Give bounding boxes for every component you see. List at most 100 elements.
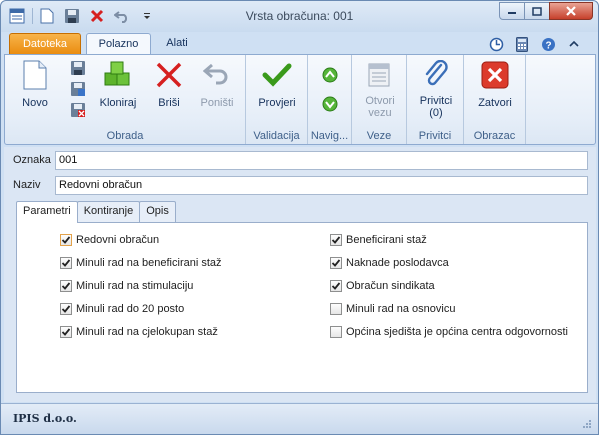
application-window: Vrsta obračuna: 001 Datoteka Polazno Ala…	[0, 0, 599, 435]
otvori-vezu-button[interactable]: Otvori vezu	[358, 59, 402, 119]
nav-down-icon[interactable]	[321, 95, 339, 113]
help-icon[interactable]: ?	[538, 35, 558, 53]
checkbox-checked-icon[interactable]	[60, 280, 72, 292]
form-area: Oznaka 001 Naziv Redovni obračun Paramet…	[4, 147, 596, 402]
tab-alati[interactable]: Alati	[155, 33, 199, 55]
naziv-field[interactable]: Redovni obračun	[55, 176, 588, 195]
checkbox-right-3[interactable]: Minuli rad na osnovicu	[330, 303, 455, 315]
resize-grip-icon[interactable]	[582, 419, 592, 429]
checkbox-checked-icon[interactable]	[60, 303, 72, 315]
group-validacija-label: Validacija	[253, 130, 300, 142]
status-bar: IPIS d.o.o.	[1, 403, 598, 434]
novo-label: Novo	[22, 97, 48, 109]
ribbon-tab-row: Datoteka Polazno Alati ?	[1, 32, 598, 55]
privitci-button[interactable]: Privitci (0)	[413, 59, 459, 119]
oznaka-label: Oznaka	[13, 154, 51, 166]
checkbox-label: Minuli rad na stimulaciju	[76, 280, 194, 292]
clone-cubes-icon	[102, 59, 134, 91]
naziv-label: Naziv	[13, 179, 41, 191]
kloniraj-label: Kloniraj	[99, 97, 137, 109]
checkbox-checked-icon[interactable]	[60, 234, 72, 246]
save-and-close-icon[interactable]	[69, 101, 87, 119]
provjeri-label: Provjeri	[258, 97, 296, 109]
ribbon: Novo Kloniraj Briši Poništi Obrada Provj…	[4, 54, 596, 145]
tab-datoteka[interactable]: Datoteka	[9, 33, 81, 55]
group-privitci: Privitci (0) Privitci	[407, 55, 464, 144]
close-window-button[interactable]	[549, 2, 593, 20]
group-obrazac-label: Obrazac	[473, 130, 516, 142]
close-form-icon	[479, 59, 511, 91]
group-veze-label: Veze	[366, 130, 392, 142]
brisi-label: Briši	[158, 97, 180, 109]
nav-up-icon[interactable]	[321, 66, 339, 84]
group-obrazac: Zatvori Obrazac	[464, 55, 526, 144]
otvori-label-line1: Otvori	[365, 95, 395, 107]
checkbox-checked-icon[interactable]	[330, 280, 342, 292]
title-bar: Vrsta obračuna: 001	[1, 1, 598, 32]
paperclip-icon	[420, 59, 452, 91]
checkbox-left-4[interactable]: Minuli rad na cjelokupan staž	[60, 326, 218, 338]
checkbox-checked-icon[interactable]	[330, 257, 342, 269]
otvori-label-line2: vezu	[368, 107, 392, 119]
minimize-button[interactable]	[499, 2, 525, 20]
parametri-panel: Redovni obračun Minuli rad na beneficiran…	[16, 222, 588, 393]
save-small-icon[interactable]	[69, 59, 87, 77]
maximize-button[interactable]	[524, 2, 550, 20]
checkbox-label: Obračun sindikata	[346, 280, 435, 292]
group-obrada: Novo Kloniraj Briši Poništi Obrada	[5, 55, 246, 144]
checkbox-right-2[interactable]: Obračun sindikata	[330, 280, 435, 292]
checkbox-left-2[interactable]: Minuli rad na stimulaciju	[60, 280, 193, 292]
privitci-label-line1: Privitci	[419, 95, 453, 107]
checkbox-label: Redovni obračun	[76, 234, 160, 246]
tab-parametri[interactable]: Parametri	[16, 201, 78, 223]
tab-kontiranje[interactable]: Kontiranje	[76, 201, 141, 222]
checkbox-unchecked-icon[interactable]	[330, 326, 342, 338]
tab-polazno[interactable]: Polazno	[86, 33, 151, 55]
checkbox-label: Općina sjedišta je općina centra odgovor…	[346, 326, 568, 338]
zatvori-label: Zatvori	[478, 97, 512, 109]
novo-button[interactable]: Novo	[15, 59, 55, 109]
brisi-button[interactable]: Briši	[151, 59, 187, 109]
checkbox-label: Minuli rad na osnovicu	[346, 303, 456, 315]
privitci-count: (0)	[429, 107, 443, 119]
checkbox-checked-icon[interactable]	[60, 257, 72, 269]
clock-icon[interactable]	[486, 35, 506, 53]
checkbox-label: Minuli rad do 20 posto	[76, 303, 185, 315]
calculator-icon[interactable]	[512, 35, 532, 53]
group-privitci-label: Privitci	[418, 130, 452, 142]
svg-text:?: ?	[545, 40, 551, 51]
checkbox-left-3[interactable]: Minuli rad do 20 posto	[60, 303, 184, 315]
group-veze: Otvori vezu Veze	[352, 55, 407, 144]
undo-large-icon	[201, 59, 233, 91]
checkbox-checked-icon[interactable]	[330, 234, 342, 246]
ponisti-button[interactable]: Poništi	[197, 59, 237, 109]
ribbon-right-icons: ?	[480, 35, 584, 53]
group-navig-label: Navig...	[310, 130, 349, 142]
checkbox-left-0[interactable]: Redovni obračun	[60, 234, 159, 246]
checkmark-icon	[261, 59, 293, 91]
checkbox-left-1[interactable]: Minuli rad na beneficirani staž	[60, 257, 222, 269]
checkbox-right-1[interactable]: Naknade poslodavca	[330, 257, 449, 269]
collapse-ribbon-icon[interactable]	[564, 35, 584, 53]
oznaka-field[interactable]: 001	[55, 151, 588, 170]
checkbox-unchecked-icon[interactable]	[330, 303, 342, 315]
delete-x-icon	[153, 59, 185, 91]
checkbox-right-0[interactable]: Beneficirani staž	[330, 234, 427, 246]
open-link-icon	[364, 59, 396, 91]
company-name: IPIS d.o.o.	[13, 412, 77, 425]
window-controls	[499, 2, 593, 20]
provjeri-button[interactable]: Provjeri	[254, 59, 300, 109]
checkbox-label: Beneficirani staž	[346, 234, 427, 246]
checkbox-right-4[interactable]: Općina sjedišta je općina centra odgovor…	[330, 326, 568, 338]
zatvori-button[interactable]: Zatvori	[472, 59, 518, 109]
save-and-new-icon[interactable]	[69, 80, 87, 98]
checkbox-label: Naknade poslodavca	[346, 257, 449, 269]
group-validacija: Provjeri Validacija	[246, 55, 308, 144]
ponisti-label: Poništi	[200, 97, 234, 109]
kloniraj-button[interactable]: Kloniraj	[96, 59, 140, 109]
group-navigacija: Navig...	[308, 55, 352, 144]
checkbox-checked-icon[interactable]	[60, 326, 72, 338]
tab-opis[interactable]: Opis	[139, 201, 176, 222]
checkbox-label: Minuli rad na beneficirani staž	[76, 257, 222, 269]
checkbox-label: Minuli rad na cjelokupan staž	[76, 326, 218, 338]
